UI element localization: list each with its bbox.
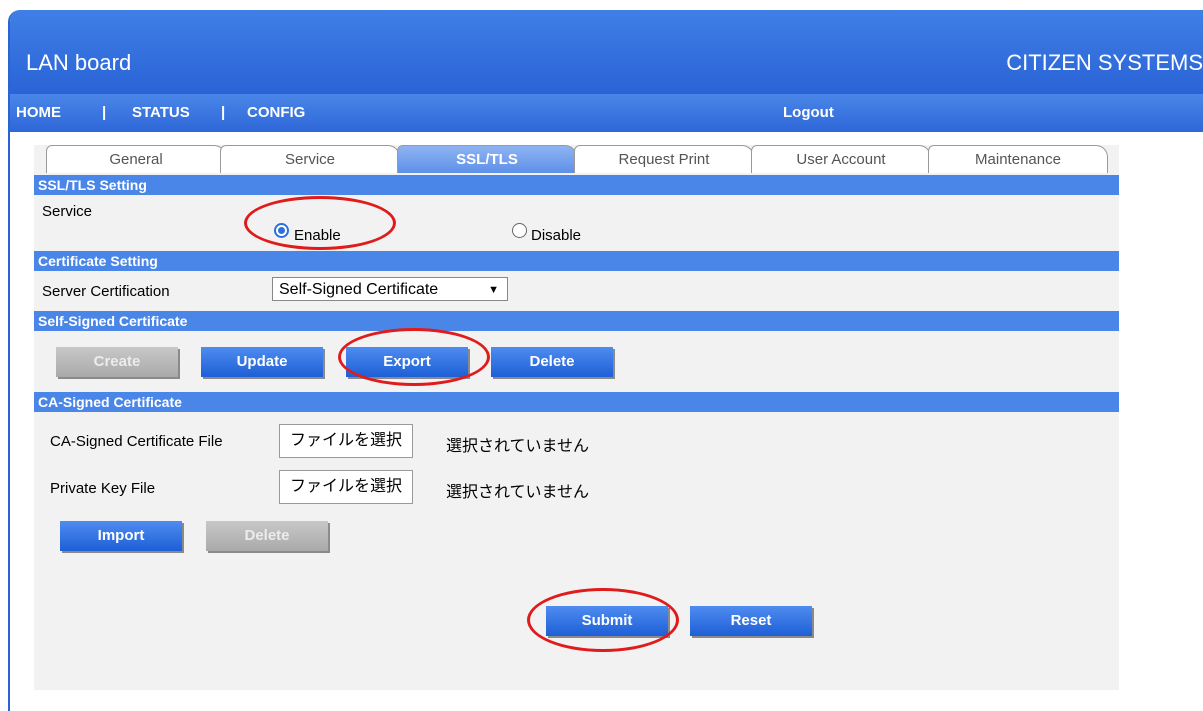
server-certification-select[interactable]: Self-Signed Certificate ▼	[272, 277, 508, 301]
ca-certificate-choose-file-button[interactable]: ファイルを選択	[279, 424, 414, 458]
service-label: Service	[42, 203, 93, 220]
tab-maintenance[interactable]: Maintenance	[928, 145, 1108, 173]
ca-certificate-file-status: 選択されていません	[446, 438, 590, 455]
reset-button[interactable]: Reset	[690, 606, 812, 636]
logout-link[interactable]: Logout	[783, 104, 834, 121]
certificate-setting-header: Certificate Setting	[34, 251, 1119, 271]
submit-button[interactable]: Submit	[546, 606, 668, 636]
private-key-choose-file-button[interactable]: ファイルを選択	[279, 470, 414, 504]
brand-name: CITIZEN SYSTEMS	[1006, 50, 1203, 75]
tab-bar: General Service SSL/TLS Request Print Us…	[34, 145, 1119, 175]
ssl-tls-setting-header: SSL/TLS Setting	[34, 175, 1119, 195]
dropdown-arrow-icon: ▼	[488, 284, 499, 296]
tab-service[interactable]: Service	[220, 145, 400, 173]
export-button[interactable]: Export	[346, 347, 468, 377]
import-button[interactable]: Import	[60, 521, 182, 551]
app-title: LAN board	[26, 50, 132, 75]
enable-label[interactable]: Enable	[294, 227, 341, 244]
nav-config-link[interactable]: CONFIG	[247, 104, 305, 121]
config-panel: General Service SSL/TLS Request Print Us…	[34, 145, 1119, 690]
tab-user-account[interactable]: User Account	[751, 145, 931, 173]
nav-status-link[interactable]: STATUS	[132, 104, 190, 121]
tab-general[interactable]: General	[46, 145, 226, 173]
nav-bar: HOME | STATUS | CONFIG Logout	[10, 94, 1203, 132]
server-certification-label: Server Certification	[42, 283, 170, 300]
tab-request-print[interactable]: Request Print	[574, 145, 754, 173]
private-key-file-label: Private Key File	[50, 480, 156, 497]
nav-separator: |	[221, 104, 226, 121]
private-key-file-status: 選択されていません	[446, 484, 590, 501]
ca-signed-certificate-file-label: CA-Signed Certificate File	[50, 433, 223, 450]
nav-separator: |	[102, 104, 107, 121]
create-button[interactable]: Create	[56, 347, 178, 377]
self-signed-certificate-header: Self-Signed Certificate	[34, 311, 1119, 331]
tab-ssl-tls[interactable]: SSL/TLS	[397, 145, 577, 173]
top-banner: LAN board CITIZEN SYSTEMS	[10, 10, 1203, 94]
self-signed-delete-button[interactable]: Delete	[491, 347, 613, 377]
nav-home-link[interactable]: HOME	[16, 104, 61, 121]
disable-label[interactable]: Disable	[531, 227, 581, 244]
server-certification-value: Self-Signed Certificate	[279, 281, 439, 298]
disable-radio[interactable]	[512, 223, 527, 238]
enable-radio[interactable]	[274, 223, 289, 238]
update-button[interactable]: Update	[201, 347, 323, 377]
ca-signed-delete-button[interactable]: Delete	[206, 521, 328, 551]
ca-signed-certificate-header: CA-Signed Certificate	[34, 392, 1119, 412]
